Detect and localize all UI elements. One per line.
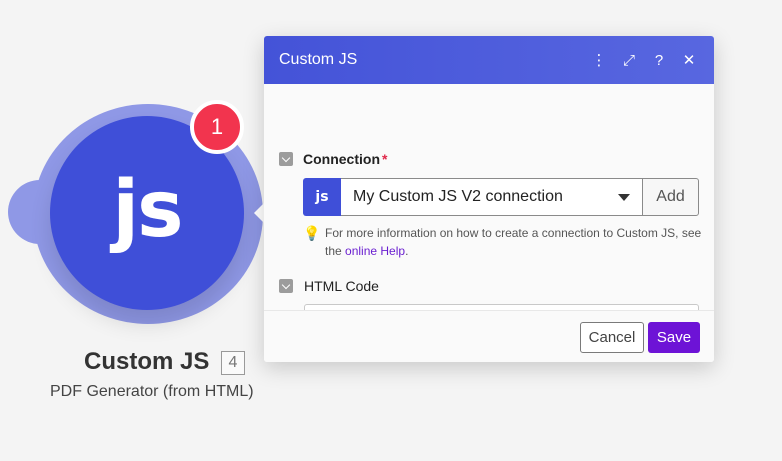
dialog-footer: Cancel Save	[264, 310, 714, 362]
custom-js-logo-icon: js	[112, 165, 183, 255]
html-code-collapse-toggle[interactable]	[279, 279, 293, 293]
dialog-title: Custom JS	[279, 51, 358, 68]
custom-js-app-icon: js	[303, 178, 341, 216]
lightbulb-icon: 💡	[303, 225, 321, 241]
module-id-badge: 4	[221, 351, 245, 375]
cancel-button[interactable]: Cancel	[580, 322, 644, 353]
connection-selected-value: My Custom JS V2 connection	[353, 188, 563, 205]
module-subtitle: PDF Generator (from HTML)	[50, 383, 254, 400]
module-settings-dialog: Custom JS ⋮ ⤢ ? ✕ Connection * js My Cust…	[264, 36, 714, 362]
expand-icon[interactable]: ⤢	[614, 36, 644, 84]
save-button[interactable]: Save	[648, 322, 700, 353]
dialog-header: Custom JS ⋮ ⤢ ? ✕	[264, 36, 714, 84]
operations-count-badge: 1	[190, 100, 244, 154]
connection-select[interactable]: My Custom JS V2 connection	[341, 178, 643, 216]
hint-text: For more information on how to create a …	[303, 224, 703, 260]
close-icon[interactable]: ✕	[674, 36, 704, 84]
module-node[interactable]: js 1 Custom JS 4 PDF Generator (from HTM…	[0, 0, 300, 461]
connection-collapse-toggle[interactable]	[279, 152, 293, 166]
dialog-body: Connection * js My Custom JS V2 connectio…	[264, 84, 714, 342]
connection-row: js My Custom JS V2 connection Add	[303, 178, 699, 216]
hint-suffix: .	[405, 244, 409, 258]
add-connection-button[interactable]: Add	[642, 178, 699, 216]
online-help-link[interactable]: online Help	[345, 244, 405, 258]
module-title: Custom JS	[84, 348, 210, 375]
more-vertical-icon[interactable]: ⋮	[584, 36, 614, 84]
connection-hint: 💡 For more information on how to create …	[303, 224, 703, 260]
chevron-down-icon	[618, 194, 630, 201]
connection-label: Connection *	[303, 151, 387, 167]
help-icon[interactable]: ?	[644, 36, 674, 84]
html-code-label: HTML Code	[304, 278, 379, 294]
required-asterisk: *	[382, 151, 388, 167]
connection-label-text: Connection	[303, 151, 380, 167]
